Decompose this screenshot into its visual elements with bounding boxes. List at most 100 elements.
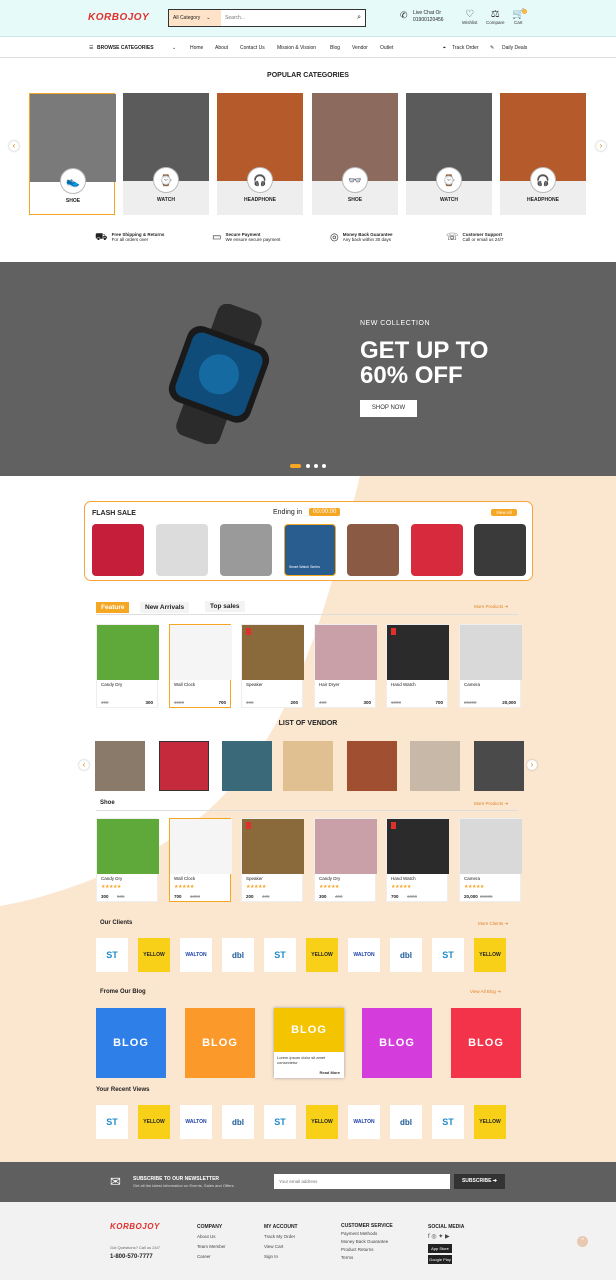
footer-link[interactable]: Career xyxy=(197,1252,226,1262)
view-all-blog-link[interactable]: View All Blog ➔ xyxy=(470,989,501,995)
read-more-link[interactable]: Read More xyxy=(320,1070,340,1075)
client-logo[interactable]: dbl xyxy=(390,938,422,972)
instagram-icon[interactable]: ◎ xyxy=(431,1234,436,1240)
vendor-logo[interactable] xyxy=(159,741,209,791)
vendor-logo[interactable] xyxy=(347,741,397,791)
client-logo[interactable]: ST xyxy=(96,938,128,972)
product-card[interactable]: Hand Watch ★★★★★ 700 1000 xyxy=(386,818,449,902)
carousel-next-arrow[interactable]: › xyxy=(596,141,606,151)
client-logo[interactable]: WALTON xyxy=(180,938,212,972)
wishlist-button[interactable]: ♡ Wishlist xyxy=(462,10,478,26)
category-card[interactable]: 🎧 HEADPHONE xyxy=(500,93,586,215)
product-card[interactable]: Hair Dryer 400 300 xyxy=(314,624,377,708)
product-card[interactable]: Wall Clock ★★★★★ 700 1000 xyxy=(169,818,232,902)
more-products-link[interactable]: More Products ➔ xyxy=(474,604,508,610)
youtube-icon[interactable]: ▶ xyxy=(445,1234,450,1240)
product-card[interactable]: Speaker 400 200 xyxy=(241,624,304,708)
twitter-icon[interactable]: ✦ xyxy=(438,1234,443,1240)
footer-link[interactable]: About Us xyxy=(197,1232,226,1242)
scroll-top-button[interactable]: ⌃ xyxy=(577,1236,588,1247)
phone-number[interactable]: 01900120456 xyxy=(413,17,444,24)
footer-link[interactable]: Money Back Guarantee xyxy=(341,1238,393,1246)
client-logo[interactable]: YELLOW xyxy=(306,1105,338,1139)
nav-contact[interactable]: Contact Us xyxy=(240,45,265,51)
client-logo[interactable]: YELLOW xyxy=(138,1105,170,1139)
product-card[interactable]: Candy Dry 400 300 xyxy=(96,624,159,708)
client-logo[interactable]: WALTON xyxy=(348,938,380,972)
product-card[interactable]: Hand Watch 1000 700 xyxy=(386,624,449,708)
category-card[interactable]: ⌚ WATCH xyxy=(123,93,209,215)
flash-sale-item[interactable] xyxy=(156,524,208,576)
blog-card[interactable]: BLOG xyxy=(96,1008,166,1078)
slider-dot[interactable] xyxy=(306,464,310,468)
footer-link[interactable]: Payment Methods xyxy=(341,1230,393,1238)
shoe-more-link[interactable]: More Products ➔ xyxy=(474,801,508,807)
client-logo[interactable]: WALTON xyxy=(348,1105,380,1139)
client-logo[interactable]: ST xyxy=(264,938,296,972)
vendor-logo[interactable] xyxy=(95,741,145,791)
view-all-button[interactable]: View All xyxy=(491,509,517,516)
more-clients-link[interactable]: More Clients ➔ xyxy=(478,921,508,927)
client-logo[interactable]: ST xyxy=(432,938,464,972)
blog-card[interactable]: BLOG xyxy=(185,1008,255,1078)
product-card[interactable]: Camera ★★★★★ 20,000 25000 xyxy=(459,818,522,902)
search-input[interactable] xyxy=(221,11,358,25)
tab-feature[interactable]: Feature xyxy=(96,602,130,613)
search-icon[interactable]: ⌕ xyxy=(357,14,365,22)
vendor-next-arrow[interactable]: › xyxy=(527,760,537,770)
flash-sale-item[interactable]: Smart Watch Series xyxy=(284,524,336,576)
slider-dot[interactable] xyxy=(322,464,326,468)
category-card[interactable]: ⌚ WATCH xyxy=(406,93,492,215)
daily-deals-link[interactable]: Daily Deals xyxy=(502,45,527,51)
flash-sale-item[interactable] xyxy=(347,524,399,576)
client-logo[interactable]: dbl xyxy=(390,1105,422,1139)
nav-about[interactable]: About xyxy=(215,45,228,51)
flash-sale-item[interactable] xyxy=(474,524,526,576)
vendor-prev-arrow[interactable]: ‹ xyxy=(79,760,89,770)
footer-link[interactable]: Product Returns xyxy=(341,1246,393,1254)
brand-logo[interactable]: KORBOJOY xyxy=(88,12,149,23)
blog-card[interactable]: BLOG Lorem ipsum dolor sit amet consectet… xyxy=(274,1008,344,1078)
newsletter-email-input[interactable] xyxy=(274,1174,450,1189)
footer-link[interactable]: Track My Order xyxy=(264,1232,298,1242)
vendor-logo[interactable] xyxy=(410,741,460,791)
client-logo[interactable]: YELLOW xyxy=(138,938,170,972)
client-logo[interactable]: dbl xyxy=(222,938,254,972)
app-store-badge[interactable]: App Store xyxy=(428,1244,452,1253)
subscribe-button[interactable]: SUBSCRIBE ➔ xyxy=(454,1174,505,1189)
blog-card[interactable]: BLOG xyxy=(451,1008,521,1078)
vendor-logo[interactable] xyxy=(474,741,524,791)
client-logo[interactable]: YELLOW xyxy=(306,938,338,972)
shop-now-button[interactable]: SHOP NOW xyxy=(360,400,417,417)
vendor-logo[interactable] xyxy=(283,741,333,791)
compare-button[interactable]: ⚖ Compare xyxy=(486,10,505,26)
nav-home[interactable]: Home xyxy=(190,45,203,51)
flash-sale-item[interactable] xyxy=(92,524,144,576)
category-card[interactable]: 👟 SHOE xyxy=(29,93,116,215)
nav-blog[interactable]: Blog xyxy=(330,45,340,51)
vendor-logo[interactable] xyxy=(222,741,272,791)
cart-button[interactable]: 🛒 Cart 0 xyxy=(512,9,527,25)
google-play-badge[interactable]: Google Play xyxy=(428,1255,452,1264)
carousel-prev-arrow[interactable]: ‹ xyxy=(9,141,19,151)
client-logo[interactable]: YELLOW xyxy=(474,1105,506,1139)
category-select[interactable]: All Category ⌄ xyxy=(169,10,221,26)
facebook-icon[interactable]: f xyxy=(428,1234,430,1240)
nav-vendor[interactable]: Vendor xyxy=(352,45,368,51)
category-card[interactable]: 👓 SHOE xyxy=(312,93,398,215)
footer-link[interactable]: Team Member xyxy=(197,1242,226,1252)
nav-outlet[interactable]: Outlet xyxy=(380,45,393,51)
product-card[interactable]: Wall Clock 1000 700 xyxy=(169,624,232,708)
client-logo[interactable]: ST xyxy=(432,1105,464,1139)
tab-top-sales[interactable]: Top sales xyxy=(205,601,245,612)
footer-logo[interactable]: KORBOJOY xyxy=(110,1222,160,1231)
client-logo[interactable]: ST xyxy=(96,1105,128,1139)
footer-link[interactable]: View Cart xyxy=(264,1242,298,1252)
footer-phone[interactable]: 1-800-570-7777 xyxy=(110,1254,153,1260)
product-card[interactable]: Speaker ★★★★★ 200 400 xyxy=(241,818,304,902)
slider-dot[interactable] xyxy=(314,464,318,468)
nav-mission[interactable]: Mission & Vission xyxy=(277,45,316,51)
tab-new-arrivals[interactable]: New Arrivals xyxy=(140,602,190,613)
client-logo[interactable]: ST xyxy=(264,1105,296,1139)
blog-card[interactable]: BLOG xyxy=(362,1008,432,1078)
